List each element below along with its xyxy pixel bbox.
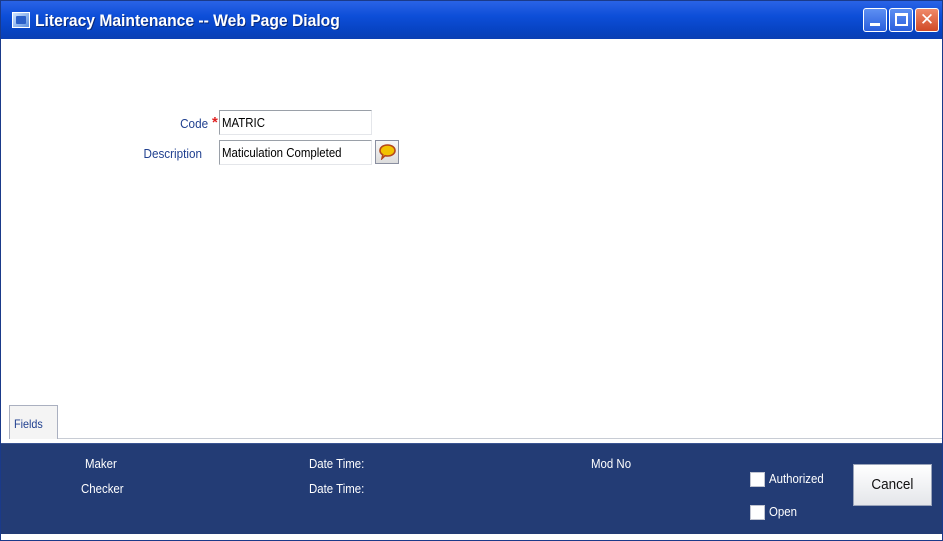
speech-bubble-icon (379, 144, 396, 160)
tab-fields[interactable]: Fields (9, 405, 58, 439)
checker-datetime-label: Date Time: (309, 481, 365, 496)
minimize-button[interactable] (863, 8, 887, 32)
description-lookup-button[interactable] (375, 140, 399, 164)
required-marker: * (212, 114, 218, 131)
open-checkbox[interactable] (750, 505, 765, 520)
cancel-button[interactable]: Cancel (853, 464, 932, 506)
code-field[interactable]: MATRIC (219, 110, 372, 135)
dialog-window: Literacy Maintenance -- Web Page Dialog … (0, 0, 943, 541)
tab-divider (58, 438, 942, 439)
code-value: MATRIC (222, 115, 266, 130)
checker-label: Checker (81, 481, 124, 496)
cancel-button-label: Cancel (871, 476, 914, 493)
description-field[interactable]: Maticulation Completed (219, 140, 372, 165)
open-label: Open (769, 504, 797, 519)
web-page-dialog-icon (12, 12, 30, 28)
window-title: Literacy Maintenance -- Web Page Dialog (35, 11, 340, 30)
maker-datetime-label: Date Time: (309, 456, 365, 471)
window-bottom-edge (1, 534, 942, 540)
title-bar[interactable]: Literacy Maintenance -- Web Page Dialog … (1, 1, 942, 39)
description-label: Description (143, 146, 202, 161)
mod-no-label: Mod No (591, 456, 632, 471)
description-value: Maticulation Completed (222, 145, 342, 160)
tab-fields-label: Fields (14, 417, 43, 431)
maker-label: Maker (85, 456, 117, 471)
maximize-button[interactable] (889, 8, 913, 32)
code-label: Code (180, 116, 208, 131)
close-button[interactable]: ✕ (915, 8, 939, 32)
authorized-checkbox[interactable] (750, 472, 765, 487)
minimize-icon (870, 23, 880, 26)
maximize-icon (895, 13, 908, 26)
authorized-label: Authorized (769, 471, 824, 486)
audit-footer: Maker Checker Date Time: Date Time: Mod … (1, 443, 942, 534)
close-icon: ✕ (919, 10, 935, 30)
